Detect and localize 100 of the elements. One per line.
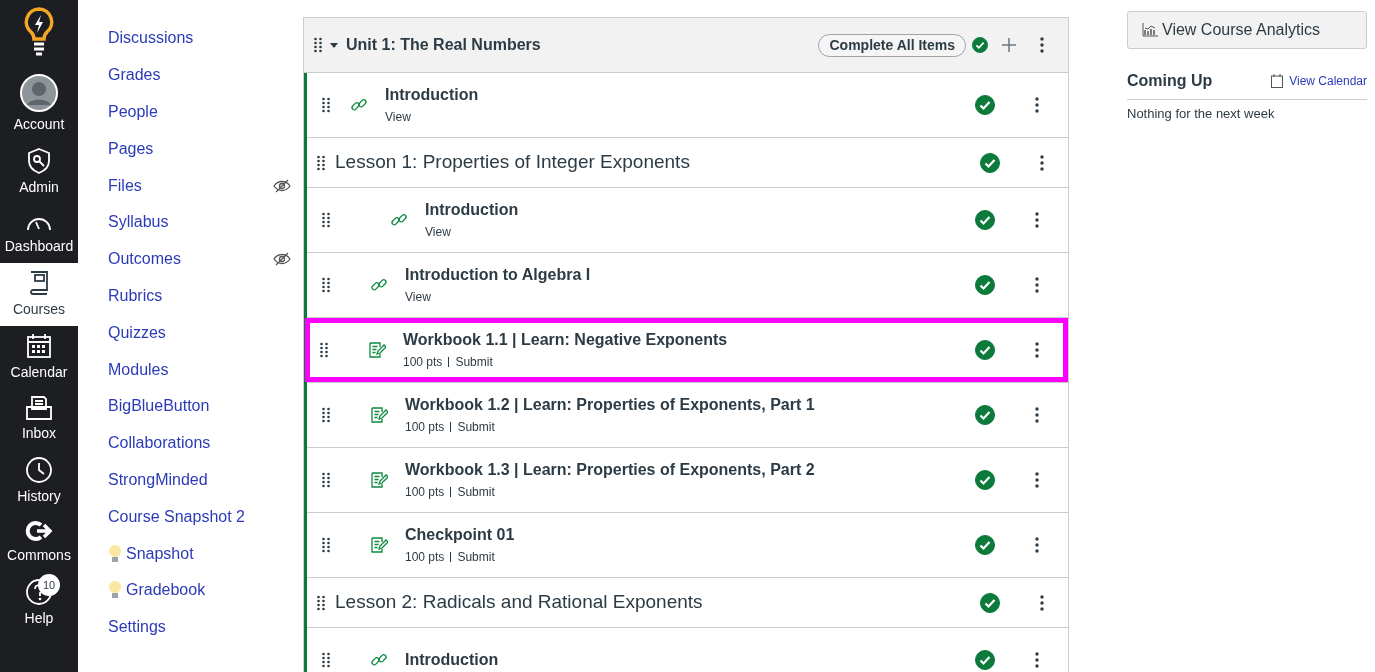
module-item[interactable]: Introduction View (307, 188, 1068, 252)
drag-handle-icon[interactable] (314, 37, 322, 53)
link-icon (390, 211, 408, 229)
empty-state-text: Nothing for the next week (1127, 105, 1276, 123)
course-nav-link[interactable]: BigBlueButton (108, 394, 291, 419)
notification-badge: 10 (38, 574, 60, 596)
link-icon (370, 651, 388, 669)
course-nav-link[interactable]: Course Snapshot 2 (108, 504, 291, 529)
more-options-icon[interactable] (1035, 212, 1039, 228)
item-meta-text: Submit (457, 418, 495, 436)
add-icon[interactable] (1002, 38, 1016, 52)
item-meta-text: 100 pts (403, 353, 443, 371)
drag-handle-icon[interactable] (317, 154, 325, 171)
item-title-link[interactable]: Workbook 1.1 | Learn: Negative Exponents (403, 329, 728, 350)
more-options-icon[interactable] (1035, 537, 1039, 553)
course-nav-link[interactable]: People (108, 100, 291, 124)
item-title-link[interactable]: Introduction to Algebra I (405, 264, 591, 285)
logo-icon (23, 6, 55, 56)
module-item[interactable]: Introduction (307, 628, 1068, 672)
view-analytics-button[interactable]: View Course Analytics (1127, 11, 1367, 49)
inbox-icon (25, 395, 53, 421)
commons-icon (25, 519, 53, 543)
more-options-icon[interactable] (1035, 277, 1039, 293)
module-item[interactable]: Workbook 1.2 | Learn: Properties of Exponents, Part 1 100 pts Submit (307, 383, 1068, 447)
global-nav-item[interactable]: Admin (0, 141, 78, 204)
item-meta-text: Submit (455, 353, 493, 371)
global-nav-item[interactable]: Help 10 (0, 572, 78, 635)
view-calendar-link[interactable]: View Calendar (1289, 72, 1367, 90)
global-nav-item[interactable]: Inbox (0, 389, 78, 450)
help-icon (25, 578, 53, 606)
global-nav-item[interactable]: Dashboard (0, 204, 78, 263)
item-title-link[interactable]: Checkpoint 01 (405, 524, 515, 545)
highlighted-module-item[interactable]: Workbook 1.1 | Learn: Negative Exponents 100 pts Submit (305, 318, 1068, 382)
more-options-icon[interactable] (1040, 37, 1044, 53)
global-nav-item[interactable]: Account (0, 68, 78, 141)
item-meta-text: View (425, 223, 451, 241)
global-nav-item[interactable]: History (0, 450, 78, 513)
clock-icon (25, 456, 53, 484)
avatar-icon (20, 74, 58, 112)
course-nav-link[interactable]: Gradebook (126, 578, 291, 603)
course-nav-link[interactable]: Syllabus (108, 210, 291, 235)
global-nav-item[interactable]: Commons (0, 513, 78, 572)
shield-icon (25, 147, 53, 175)
caret-icon[interactable] (330, 41, 338, 49)
link-icon (370, 276, 388, 294)
course-nav-link[interactable]: StrongMinded (108, 467, 291, 492)
module-item[interactable]: Introduction View (307, 73, 1068, 137)
course-nav-link[interactable]: Discussions (108, 26, 291, 51)
assignment-icon (370, 536, 388, 554)
assignment-icon (370, 406, 388, 424)
drag-handle-icon[interactable] (322, 277, 330, 293)
more-options-icon[interactable] (1035, 652, 1039, 668)
course-nav-link[interactable]: Files (108, 173, 273, 198)
more-options-icon[interactable] (1035, 407, 1039, 423)
calendar-icon (26, 332, 52, 360)
item-title-link[interactable]: Introduction (405, 650, 499, 670)
course-nav-link[interactable]: Collaborations (108, 431, 291, 456)
course-nav-link[interactable]: Modules (108, 357, 291, 382)
course-nav-link[interactable]: Quizzes (108, 320, 291, 345)
course-nav-link[interactable]: Snapshot (126, 541, 291, 566)
course-nav-link[interactable]: Grades (108, 63, 291, 88)
more-options-icon[interactable] (1035, 97, 1039, 113)
item-meta-text: 100 pts (405, 418, 445, 436)
more-options-icon[interactable] (1040, 154, 1044, 171)
assignment-icon (370, 471, 388, 489)
lesson-header-title: Lesson 1: Properties of Integer Exponents (335, 150, 691, 175)
module-item[interactable]: Introduction to Algebra I View (307, 253, 1068, 317)
item-meta-text: View (405, 288, 431, 306)
course-nav-link[interactable]: Outcomes (108, 247, 273, 272)
item-title-link[interactable]: Workbook 1.2 | Learn: Properties of Exponents, Part 1 (405, 394, 815, 415)
book-icon (27, 269, 51, 297)
item-title-link[interactable]: Introduction (425, 199, 519, 220)
drag-handle-icon[interactable] (320, 342, 328, 358)
item-meta-text: View (385, 108, 411, 126)
item-meta-text: Submit (457, 483, 495, 501)
item-meta-text: 100 pts (405, 483, 445, 501)
module-item[interactable]: Checkpoint 01 100 pts Submit (307, 513, 1068, 577)
complete-all-button[interactable]: Complete All Items (818, 33, 966, 57)
item-title-link[interactable]: Workbook 1.3 | Learn: Properties of Exponents, Part 2 (405, 459, 815, 480)
course-nav-link[interactable]: Rubrics (108, 283, 291, 308)
global-nav-item[interactable]: Calendar (0, 326, 78, 389)
course-nav-link[interactable]: Settings (108, 615, 291, 640)
drag-handle-icon[interactable] (322, 537, 330, 553)
drag-handle-icon[interactable] (322, 407, 330, 423)
more-options-icon[interactable] (1035, 342, 1039, 358)
drag-handle-icon[interactable] (322, 97, 330, 113)
coming-up-heading: Coming Up (1127, 71, 1213, 91)
course-nav-link[interactable]: Pages (108, 136, 291, 161)
item-title-link[interactable]: Introduction (385, 84, 479, 105)
chart-icon (1142, 23, 1158, 37)
drag-handle-icon[interactable] (322, 212, 330, 228)
more-options-icon[interactable] (1040, 594, 1044, 611)
item-meta-text: 100 pts (405, 548, 445, 566)
drag-handle-icon[interactable] (317, 594, 325, 611)
calendar-icon (1271, 74, 1284, 88)
more-options-icon[interactable] (1035, 472, 1039, 488)
drag-handle-icon[interactable] (322, 472, 330, 488)
drag-handle-icon[interactable] (322, 652, 330, 668)
global-nav-item[interactable]: Courses (0, 263, 78, 326)
module-item[interactable]: Workbook 1.3 | Learn: Properties of Exponents, Part 2 100 pts Submit (307, 448, 1068, 512)
